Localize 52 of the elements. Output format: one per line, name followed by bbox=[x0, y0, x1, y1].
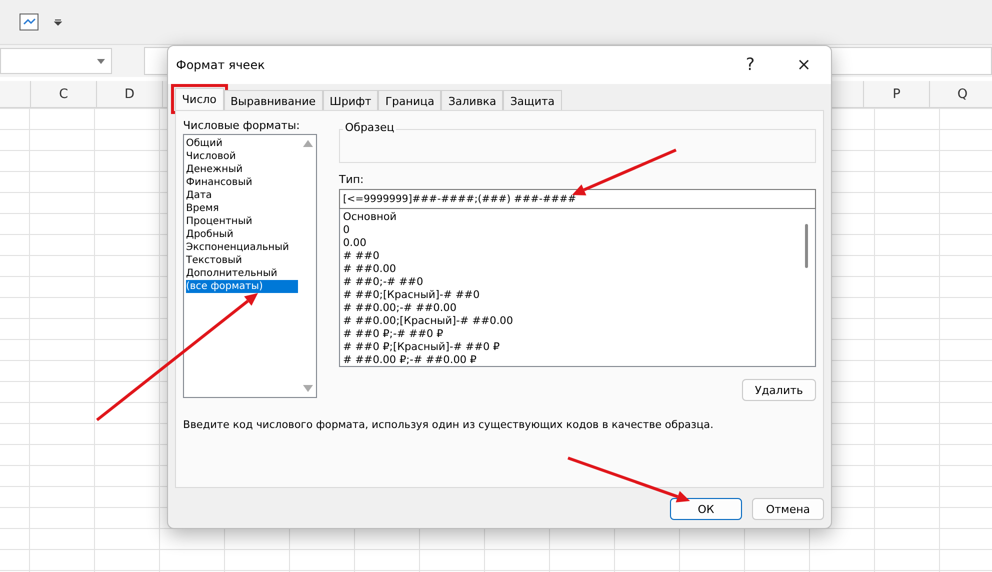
format-item[interactable]: # ##0.00;[Красный]-# ##0.00 bbox=[343, 315, 797, 328]
description-text: Введите код числового формата, используя один из существующих кодов в качестве образца. bbox=[183, 419, 714, 431]
category-item[interactable]: (все форматы) bbox=[186, 280, 298, 293]
tab[interactable]: Выравнивание bbox=[224, 90, 323, 110]
category-list[interactable]: Общий Числовой Денежный Финансовый Дата Время Процентный Дробный Экспоненциальный Текстовый Дополнительный (все форматы) bbox=[183, 134, 317, 398]
scroll-down-icon[interactable] bbox=[303, 385, 313, 392]
tab[interactable]: Шрифт bbox=[322, 90, 378, 110]
dropdown-icon[interactable] bbox=[54, 18, 62, 26]
scroll-up-icon[interactable] bbox=[303, 140, 313, 147]
dialog-title: Формат ячеек bbox=[176, 58, 266, 72]
category-item[interactable]: Процентный bbox=[186, 215, 298, 228]
category-item[interactable]: Дополнительный bbox=[186, 267, 298, 280]
format-item[interactable]: Основной bbox=[343, 211, 797, 224]
column-header[interactable]: D bbox=[97, 81, 163, 107]
format-item[interactable]: # ##0.00;-# ##0.00 bbox=[343, 302, 797, 315]
format-item[interactable]: # ##0;-# ##0 bbox=[343, 276, 797, 289]
category-item[interactable]: Время bbox=[186, 202, 298, 215]
sample-label: Образец bbox=[343, 121, 396, 134]
format-item[interactable]: # ##0.00 bbox=[343, 263, 797, 276]
type-label: Тип: bbox=[339, 173, 365, 186]
categories-label: Числовые форматы: bbox=[183, 119, 301, 132]
format-item[interactable]: # ##0.00 ₽;-# ##0.00 ₽ bbox=[343, 354, 797, 366]
category-item[interactable]: Общий bbox=[186, 137, 298, 150]
tab[interactable]: Защита bbox=[503, 90, 562, 110]
table-icon[interactable] bbox=[18, 12, 40, 32]
tab[interactable]: Заливка bbox=[441, 90, 504, 110]
dialog-button[interactable]: Отмена bbox=[752, 498, 824, 520]
type-field[interactable]: [<=9999999]###-####;(###) ###-#### bbox=[339, 189, 816, 209]
category-item[interactable]: Текстовый bbox=[186, 254, 298, 267]
category-item[interactable]: Финансовый bbox=[186, 176, 298, 189]
format-item[interactable]: 0.00 bbox=[343, 237, 797, 250]
format-item[interactable]: # ##0 bbox=[343, 250, 797, 263]
format-list[interactable]: Основной 0 0.00 # ##0 # ##0.00 # ##0;-# ##0 # ##0;[Красный]-# ##0 # ##0.00;-# ##0.00 # ##0.00;[Красный]-# ##0.00 # ##0 ₽;-# ##0 ₽ # ##0 ₽;[Красный]-# ##0 ₽ # ##0.00 ₽;-# ##0.00 ₽ bbox=[339, 209, 816, 367]
column-header[interactable]: Q bbox=[930, 81, 992, 107]
category-item[interactable]: Дата bbox=[186, 189, 298, 202]
format-item[interactable]: # ##0 ₽;-# ##0 ₽ bbox=[343, 328, 797, 341]
close-button[interactable]: × bbox=[790, 55, 817, 75]
column-header[interactable]: C bbox=[31, 81, 97, 107]
category-item[interactable]: Числовой bbox=[186, 150, 298, 163]
delete-button[interactable]: Удалить bbox=[742, 379, 816, 401]
scrollbar-thumb[interactable] bbox=[805, 224, 808, 268]
format-item[interactable]: # ##0;[Красный]-# ##0 bbox=[343, 289, 797, 302]
format-item[interactable]: # ##0 ₽;[Красный]-# ##0 ₽ bbox=[343, 341, 797, 354]
category-item[interactable]: Денежный bbox=[186, 163, 298, 176]
format-item[interactable]: 0 bbox=[343, 224, 797, 237]
dialog-button[interactable]: ОК bbox=[670, 498, 742, 520]
help-button[interactable]: ? bbox=[740, 55, 761, 75]
tab[interactable]: Граница bbox=[378, 90, 442, 110]
caret-icon[interactable] bbox=[97, 58, 105, 64]
category-item[interactable]: Дробный bbox=[186, 228, 298, 241]
category-item[interactable]: Экспоненциальный bbox=[186, 241, 298, 254]
column-header[interactable]: P bbox=[864, 81, 930, 107]
